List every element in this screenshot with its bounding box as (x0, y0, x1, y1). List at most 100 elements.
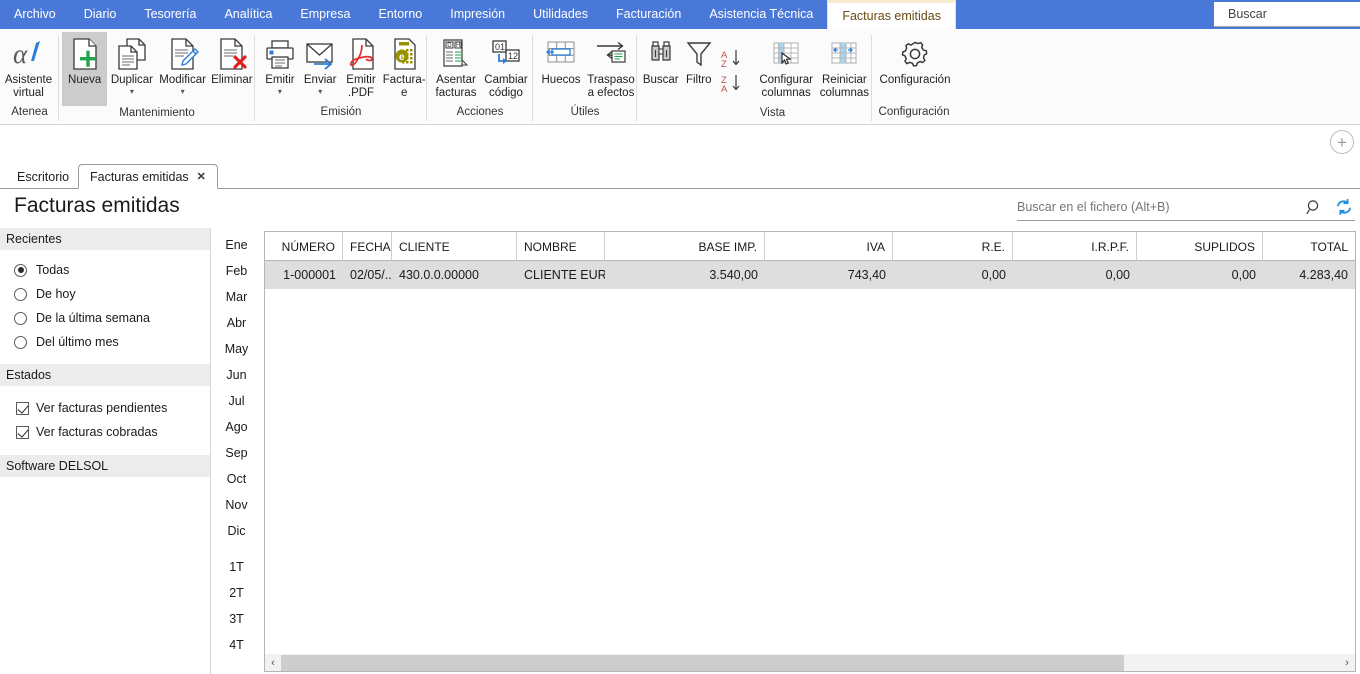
ribbon-caret-modificar[interactable]: ▾ (181, 88, 185, 96)
radio-de-hoy-icon[interactable] (14, 287, 27, 301)
ribbon-button-configurar-columnas[interactable]: Configurar columnas (756, 32, 817, 100)
filter-option-todas[interactable]: Todas (0, 258, 210, 282)
scrollbar-thumb[interactable] (281, 654, 1124, 671)
grid-header-total[interactable]: TOTAL (1263, 232, 1355, 261)
ribbon-button-duplicar[interactable]: Duplicar ▾ (107, 32, 156, 96)
gear-icon (899, 36, 931, 72)
ribbon-button-factura-e[interactable]: e Factura- e (381, 32, 427, 100)
menu-analitica[interactable]: Analítica (210, 0, 286, 29)
filter-option-ver-cobradas[interactable]: Ver facturas cobradas (0, 420, 210, 444)
ribbon-caret-duplicar[interactable]: ▾ (130, 88, 134, 96)
month-ene[interactable]: Ene (211, 232, 262, 258)
menu-facturas-emitidas[interactable]: Facturas emitidas (827, 0, 956, 29)
month-oct[interactable]: Oct (211, 466, 262, 492)
grid-header-re[interactable]: R.E. (893, 232, 1013, 261)
configure-columns-icon (769, 36, 803, 72)
menu-tesoreria[interactable]: Tesorería (130, 0, 210, 29)
month-may[interactable]: May (211, 336, 262, 362)
grid-header-irpf[interactable]: I.R.P.F. (1013, 232, 1137, 261)
quarter-4t[interactable]: 4T (211, 632, 262, 658)
ribbon: α Asistente virtual Atenea Nueva Duplica… (0, 29, 1360, 125)
scrollbar-track[interactable] (281, 654, 1339, 671)
filter-option-ver-pendientes[interactable]: Ver facturas pendientes (0, 396, 210, 420)
month-mar[interactable]: Mar (211, 284, 262, 310)
ribbon-button-reiniciar-columnas[interactable]: Reiniciar columnas (817, 32, 872, 100)
menu-diario[interactable]: Diario (70, 0, 131, 29)
grid-horizontal-scrollbar[interactable]: ‹ › (264, 654, 1356, 672)
ribbon-button-asentar-facturas[interactable]: D H Asentar facturas (431, 32, 481, 100)
menu-entorno[interactable]: Entorno (364, 0, 436, 29)
menu-empresa[interactable]: Empresa (286, 0, 364, 29)
tab-close-icon[interactable]: ✕ (197, 170, 206, 183)
filters-section-recientes-header: Recientes (0, 228, 210, 250)
document-tab-strip: Escritorio Facturas emitidas ✕ (0, 164, 1360, 189)
ribbon-button-buscar[interactable]: Buscar (641, 32, 680, 87)
menu-impresion[interactable]: Impresión (436, 0, 519, 29)
radio-todas-icon[interactable] (14, 263, 27, 277)
menu-utilidades[interactable]: Utilidades (519, 0, 602, 29)
table-row[interactable]: 1-000001 02/05/... 430.0.0.00000 CLIENTE… (265, 261, 1355, 289)
filter-option-de-hoy[interactable]: De hoy (0, 282, 210, 306)
file-search-input[interactable]: Buscar en el fichero (Alt+B) (1017, 200, 1306, 214)
month-sep[interactable]: Sep (211, 440, 262, 466)
month-jul[interactable]: Jul (211, 388, 262, 414)
ribbon-button-enviar[interactable]: Enviar ▾ (300, 32, 341, 96)
month-jun[interactable]: Jun (211, 362, 262, 388)
global-search-input[interactable]: Buscar (1214, 2, 1360, 27)
tab-escritorio[interactable]: Escritorio (6, 164, 80, 189)
radio-ultimo-mes-icon[interactable] (14, 335, 27, 349)
month-ago[interactable]: Ago (211, 414, 262, 440)
scroll-left-arrow-icon[interactable]: ‹ (265, 655, 281, 671)
ribbon-button-eliminar[interactable]: Eliminar (209, 32, 255, 87)
menu-asistencia-tecnica[interactable]: Asistencia Técnica (695, 0, 827, 29)
grid-header-fecha[interactable]: FECHA (343, 232, 392, 261)
ribbon-label-cambiarcodigo-l1: Cambiar (484, 74, 528, 86)
ribbon-group-label-atenea: Atenea (11, 106, 48, 119)
ribbon-button-emitir-pdf[interactable]: Emitir .PDF (341, 32, 382, 100)
menu-archivo[interactable]: Archivo (0, 0, 70, 29)
ribbon-button-sort[interactable]: A Z Z A (717, 32, 747, 108)
svg-text:D: D (447, 43, 452, 49)
ribbon-button-nueva[interactable]: Nueva (62, 32, 108, 106)
ribbon-button-filtro[interactable]: Filtro (680, 32, 717, 87)
filters-section-software-delsol-header: Software DELSOL (0, 455, 210, 477)
quarter-3t[interactable]: 3T (211, 606, 262, 632)
quarter-1t[interactable]: 1T (211, 554, 262, 580)
ribbon-caret-enviar[interactable]: ▾ (318, 88, 322, 96)
ribbon-button-huecos[interactable]: Huecos (537, 32, 585, 87)
ribbon-button-emitir[interactable]: Emitir ▾ (260, 32, 300, 96)
grid-header-nombre[interactable]: NOMBRE (517, 232, 605, 261)
radio-ultima-semana-icon[interactable] (14, 311, 27, 325)
scroll-right-arrow-icon[interactable]: › (1339, 655, 1355, 671)
tab-facturas-emitidas[interactable]: Facturas emitidas ✕ (78, 164, 218, 189)
add-tab-button[interactable]: + (1330, 130, 1354, 154)
ribbon-label-configcol-l2: columnas (761, 87, 811, 99)
ribbon-button-configuracion[interactable]: Configuración (876, 32, 954, 87)
grid-header-base-imp[interactable]: BASE IMP. (605, 232, 765, 261)
month-feb[interactable]: Feb (211, 258, 262, 284)
grid-header-cliente[interactable]: CLIENTE (392, 232, 517, 261)
grid-header-suplidos[interactable]: SUPLIDOS (1137, 232, 1263, 261)
ribbon-group-label-configuracion: Configuración (878, 106, 950, 119)
grid-header-iva[interactable]: IVA (765, 232, 893, 261)
reset-columns-icon (827, 36, 861, 72)
checkbox-ver-pendientes-icon[interactable] (16, 401, 29, 415)
quarter-2t[interactable]: 2T (211, 580, 262, 606)
month-nov[interactable]: Nov (211, 492, 262, 518)
search-icon[interactable] (1306, 199, 1323, 216)
refresh-icon[interactable] (1335, 198, 1353, 216)
menu-facturacion[interactable]: Facturación (602, 0, 695, 29)
filter-option-ultima-semana[interactable]: De la última semana (0, 306, 210, 330)
checkbox-ver-cobradas-icon[interactable] (16, 425, 29, 439)
ribbon-button-asistente-virtual[interactable]: α Asistente virtual (0, 32, 57, 100)
ribbon-button-cambiar-codigo[interactable]: 01 12 Cambiar código (481, 32, 531, 100)
grid-header-numero[interactable]: NÚMERO (265, 232, 343, 261)
filter-option-ultimo-mes[interactable]: Del último mes (0, 330, 210, 354)
month-dic[interactable]: Dic (211, 518, 262, 544)
ribbon-caret-emitir[interactable]: ▾ (278, 88, 282, 96)
month-abr[interactable]: Abr (211, 310, 262, 336)
ribbon-button-traspaso-a-efectos[interactable]: Traspaso a efectos (585, 32, 637, 100)
tab-facturas-emitidas-label: Facturas emitidas (90, 169, 189, 184)
envelope-send-icon (304, 36, 336, 72)
ribbon-button-modificar[interactable]: Modificar ▾ (157, 32, 209, 96)
